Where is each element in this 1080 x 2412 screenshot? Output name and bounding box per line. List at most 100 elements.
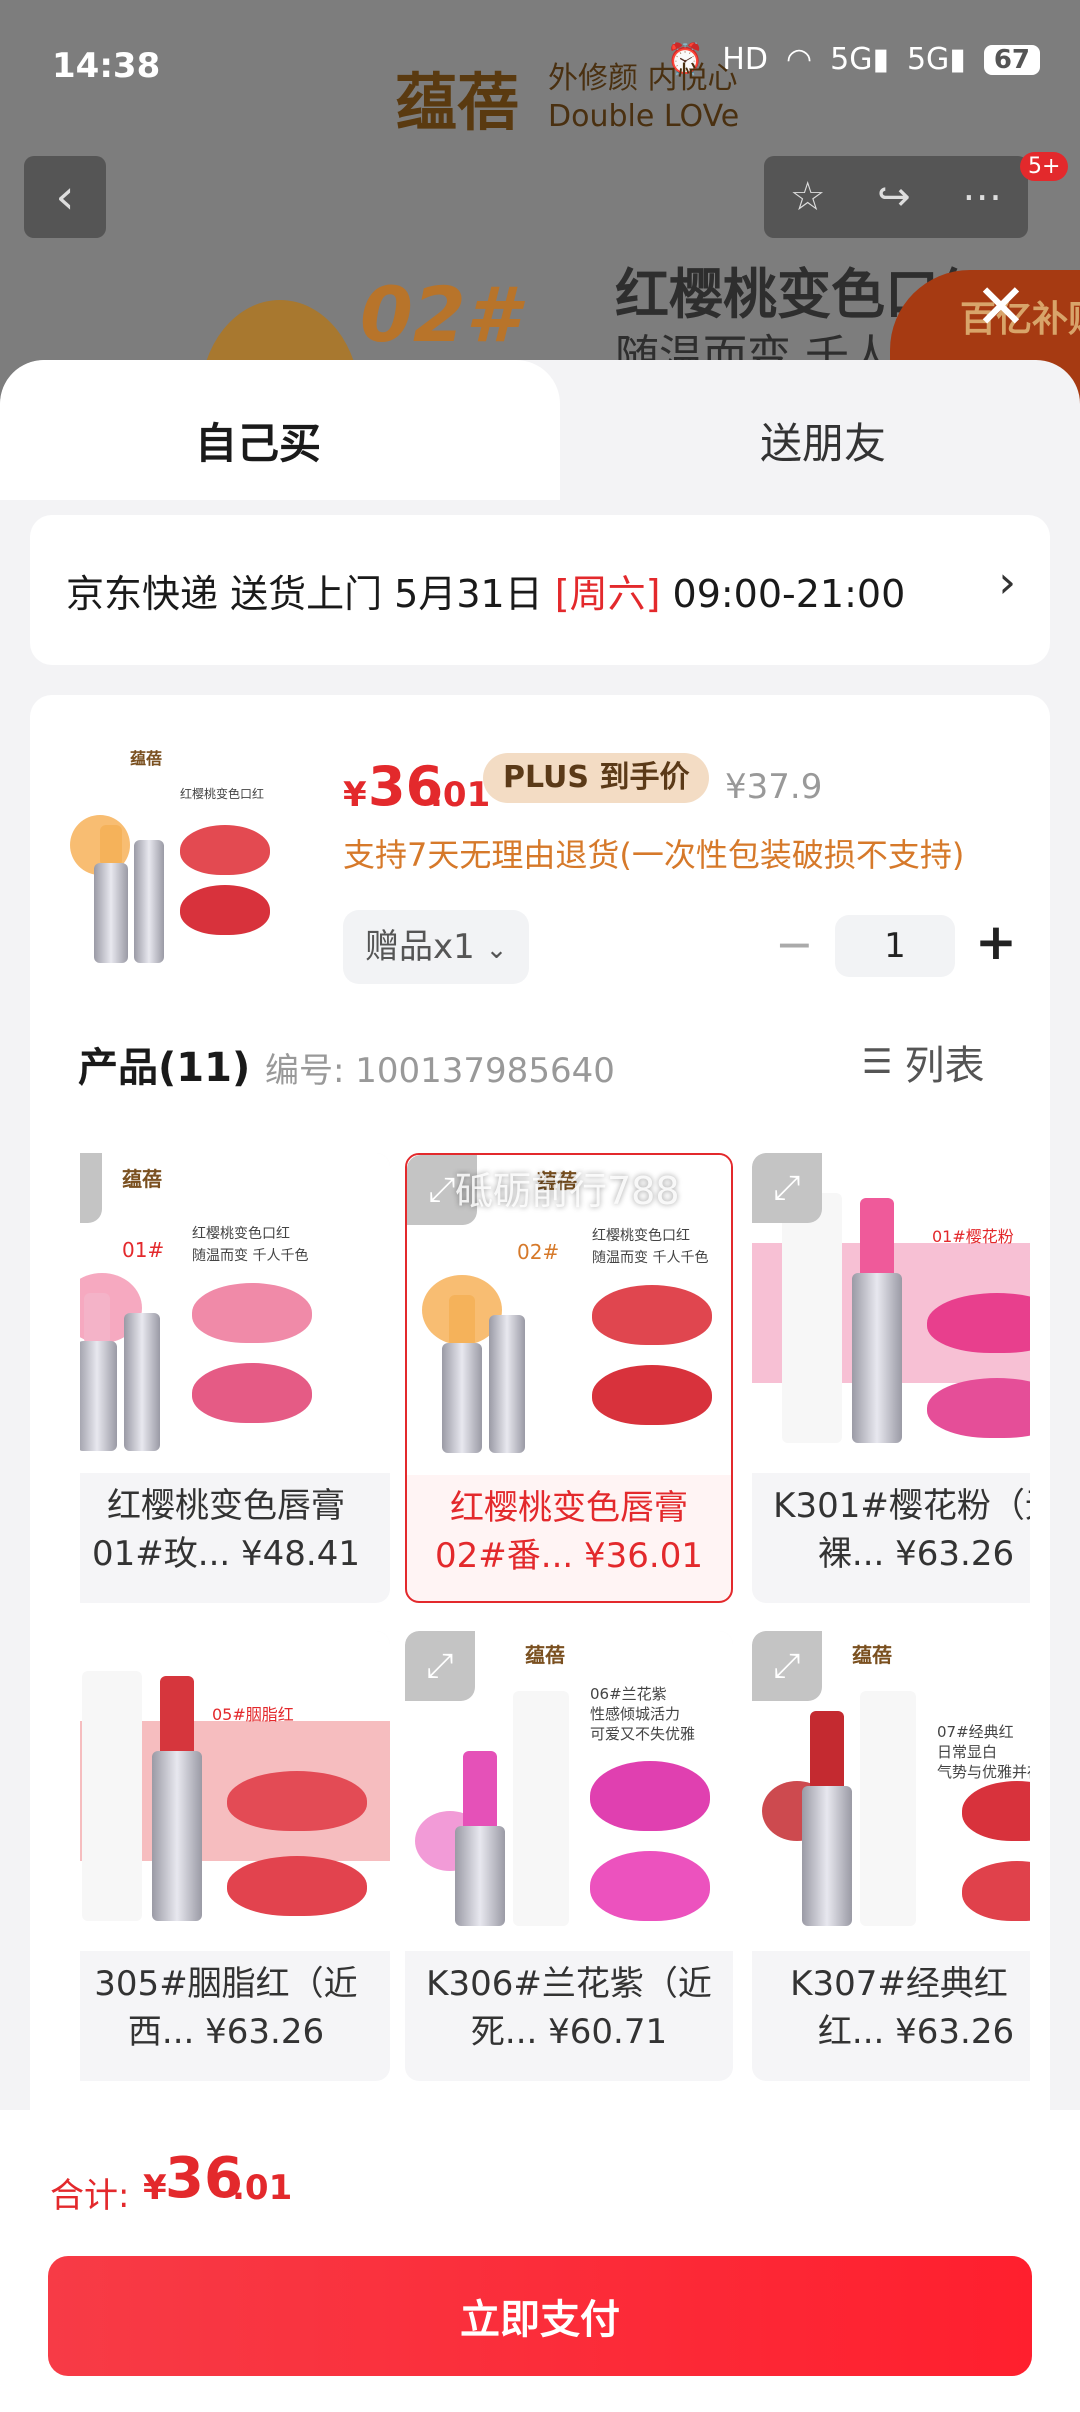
lipstick-tube bbox=[852, 1273, 902, 1443]
lipstick-bullet bbox=[100, 825, 122, 865]
item-image-sub: 随温而变 千人千色 bbox=[592, 1250, 709, 1266]
item-price: 02#番... ¥36.01 bbox=[435, 1536, 703, 1576]
close-icon[interactable]: ✕ bbox=[975, 270, 1027, 343]
thumb-brand: 蕴蓓 bbox=[130, 749, 163, 768]
original-price: ¥37.9 bbox=[725, 767, 823, 807]
quantity-input[interactable]: 1 bbox=[835, 915, 955, 977]
quantity-decrease-button[interactable]: − bbox=[775, 917, 814, 971]
expand-icon[interactable]: ⤢ bbox=[405, 1631, 475, 1701]
product-item[interactable]: 蕴蓓 06#兰花紫 性感倾城活力 可爱又不失优雅 ⤢ K306#兰花紫（近 死.… bbox=[405, 1631, 733, 2081]
background-page: 14:38 ⏰ HD ◠ 5G▮ 5G▮ 67 蕴蓓 外修颜 内悦心 Doubl… bbox=[0, 0, 1080, 420]
message-badge: 5+ bbox=[1020, 152, 1069, 181]
delivery-info: 京东快递 送货上门 5月31日 [周六] 09:00-21:00 bbox=[66, 563, 905, 618]
product-thumbnail[interactable]: 蕴蓓 红樱桃变色口红 bbox=[70, 745, 300, 975]
watermark: 砥砺前行788 bbox=[455, 1169, 680, 1213]
item-name: 305#胭脂红（近 bbox=[94, 1964, 358, 2004]
quantity-increase-button[interactable]: + bbox=[975, 913, 1017, 971]
brand-logo: 蕴蓓 bbox=[395, 66, 520, 139]
product-item-image: 蕴蓓 红樱桃变色口红 随温而变 千人千色 01# bbox=[80, 1153, 390, 1473]
lipstick-cap bbox=[124, 1313, 160, 1451]
product-item-selected[interactable]: 蕴蓓 红樱桃变色口红 随温而变 千人千色 02# ⤢ 红樱桃变色唇膏 02#番.… bbox=[405, 1153, 733, 1603]
item-name: K306#兰花紫（近 bbox=[426, 1964, 712, 2004]
product-item[interactable]: 01#樱花粉 ⤢ K301#樱花粉（无 裸... ¥63.26 bbox=[752, 1153, 1030, 1603]
lipstick-cap bbox=[489, 1315, 525, 1453]
expand-icon[interactable]: ⤢ bbox=[752, 1153, 822, 1223]
product-item[interactable]: 蕴蓓 红樱桃变色口红 随温而变 千人千色 01# ⤢ 红樱桃变色唇膏 01#玫.… bbox=[80, 1153, 390, 1603]
share-icon[interactable]: ↪ bbox=[877, 174, 911, 220]
lipstick-tube bbox=[80, 1341, 117, 1451]
lipstick-bullet bbox=[449, 1295, 475, 1345]
product-item[interactable]: 蕴蓓 07#经典红 日常显白 气势与优雅并存 ⤢ K307#经典红（ 红... … bbox=[752, 1631, 1030, 2081]
lips-graphic bbox=[590, 1761, 710, 1831]
item-desc: 性感倾城活力 bbox=[590, 1705, 681, 1723]
total-label: 合计: bbox=[50, 2176, 130, 2216]
item-name: 红樱桃变色唇膏 bbox=[450, 1488, 688, 1528]
lipstick-bullet bbox=[860, 1198, 894, 1278]
expand-icon[interactable]: ⤢ bbox=[80, 1153, 102, 1223]
5g-signal-icon: 5G▮ bbox=[906, 42, 966, 77]
lips-graphic bbox=[962, 1861, 1030, 1921]
brand-tagline-1: 外修颜 内悦心 bbox=[548, 61, 738, 96]
item-shade: 05#胭脂红 bbox=[212, 1705, 294, 1724]
item-image-sub: 随温而变 千人千色 bbox=[192, 1248, 309, 1264]
lips-graphic bbox=[180, 885, 270, 935]
lips-graphic bbox=[592, 1365, 712, 1425]
delivery-time: 09:00-21:00 bbox=[660, 572, 906, 616]
chevron-down-icon: ⌄ bbox=[485, 935, 508, 965]
product-item[interactable]: 05#胭脂红 305#胭脂红（近 西... ¥63.26 bbox=[80, 1631, 390, 2081]
item-price: 西... ¥63.26 bbox=[127, 2012, 325, 2052]
item-desc: 可爱又不失优雅 bbox=[590, 1725, 696, 1743]
delivery-row[interactable]: 京东快递 送货上门 5月31日 [周六] 09:00-21:00 › bbox=[30, 515, 1050, 665]
lipstick-tube bbox=[442, 1343, 482, 1453]
item-price: 裸... ¥63.26 bbox=[817, 1534, 1015, 1574]
back-button[interactable]: ‹ bbox=[24, 156, 106, 238]
shade-number: 02# bbox=[360, 270, 519, 359]
5g-signal-icon: 5G▮ bbox=[830, 42, 889, 77]
chevron-left-icon: ‹ bbox=[55, 169, 75, 225]
purchase-sheet: 自己买 送朋友 京东快递 送货上门 5月31日 [周六] 09:00-21:00… bbox=[0, 360, 1080, 2412]
delivery-weekday: [周六] bbox=[554, 572, 661, 616]
expand-icon[interactable]: ⤢ bbox=[752, 1631, 822, 1701]
price-symbol: ¥ bbox=[343, 775, 367, 815]
pay-now-button[interactable]: 立即支付 bbox=[48, 2256, 1032, 2376]
price-decimal: .01 bbox=[430, 775, 491, 815]
item-name: K301#樱花粉（无 bbox=[773, 1486, 1030, 1526]
lipstick-bullet bbox=[84, 1293, 110, 1343]
status-time: 14:38 bbox=[52, 46, 161, 86]
lipstick-tube bbox=[94, 863, 128, 963]
brand-tagline: 外修颜 内悦心 Double LOVe bbox=[548, 60, 739, 136]
thumb-title: 红樱桃变色口红 bbox=[180, 787, 265, 801]
lips-graphic bbox=[592, 1285, 712, 1345]
lips-graphic bbox=[192, 1363, 312, 1423]
return-policy: 支持7天无理由退货(一次性包装破损不支持) bbox=[343, 836, 965, 874]
lips-graphic bbox=[227, 1771, 367, 1831]
gift-selector[interactable]: 赠品x1 ⌄ bbox=[343, 910, 530, 984]
more-icon[interactable]: ⋯ bbox=[962, 174, 1002, 220]
star-icon[interactable]: ☆ bbox=[790, 174, 826, 220]
item-shade: 01# bbox=[122, 1238, 165, 1262]
lipstick-cap bbox=[782, 1193, 842, 1443]
tab-buy-self-label: 自己买 bbox=[195, 419, 322, 468]
lipstick-cap bbox=[134, 840, 164, 963]
lipstick-bullet bbox=[810, 1711, 844, 1791]
product-item-image: 05#胭脂红 bbox=[80, 1631, 390, 1951]
item-name: 红樱桃变色唇膏 bbox=[107, 1486, 345, 1526]
lips-graphic bbox=[192, 1283, 312, 1343]
tab-gift-friend[interactable]: 送朋友 bbox=[760, 410, 886, 471]
item-shade: 06#兰花紫 bbox=[590, 1685, 667, 1703]
lipstick-bullet bbox=[463, 1751, 497, 1831]
item-price: 红... ¥63.26 bbox=[817, 2012, 1015, 2052]
list-view-label: 列表 bbox=[904, 1043, 985, 1089]
list-view-button[interactable]: ☰ 列表 bbox=[862, 1033, 984, 1091]
total-decimal: .01 bbox=[232, 2168, 293, 2208]
tab-buy-self[interactable]: 自己买 bbox=[0, 360, 560, 500]
product-grid: 蕴蓓 红樱桃变色口红 随温而变 千人千色 01# ⤢ 红樱桃变色唇膏 01#玫.… bbox=[80, 1153, 1030, 2103]
item-image-title: 红樱桃变色口红 bbox=[192, 1226, 290, 1242]
item-desc: 气势与优雅并存 bbox=[937, 1763, 1030, 1781]
item-price: 死... ¥60.71 bbox=[470, 2012, 668, 2052]
lips-graphic bbox=[227, 1856, 367, 1916]
lips-graphic bbox=[927, 1378, 1030, 1438]
lips-graphic bbox=[180, 825, 270, 875]
gift-label: 赠品x1 bbox=[365, 927, 475, 967]
item-brand: 蕴蓓 bbox=[122, 1167, 162, 1191]
